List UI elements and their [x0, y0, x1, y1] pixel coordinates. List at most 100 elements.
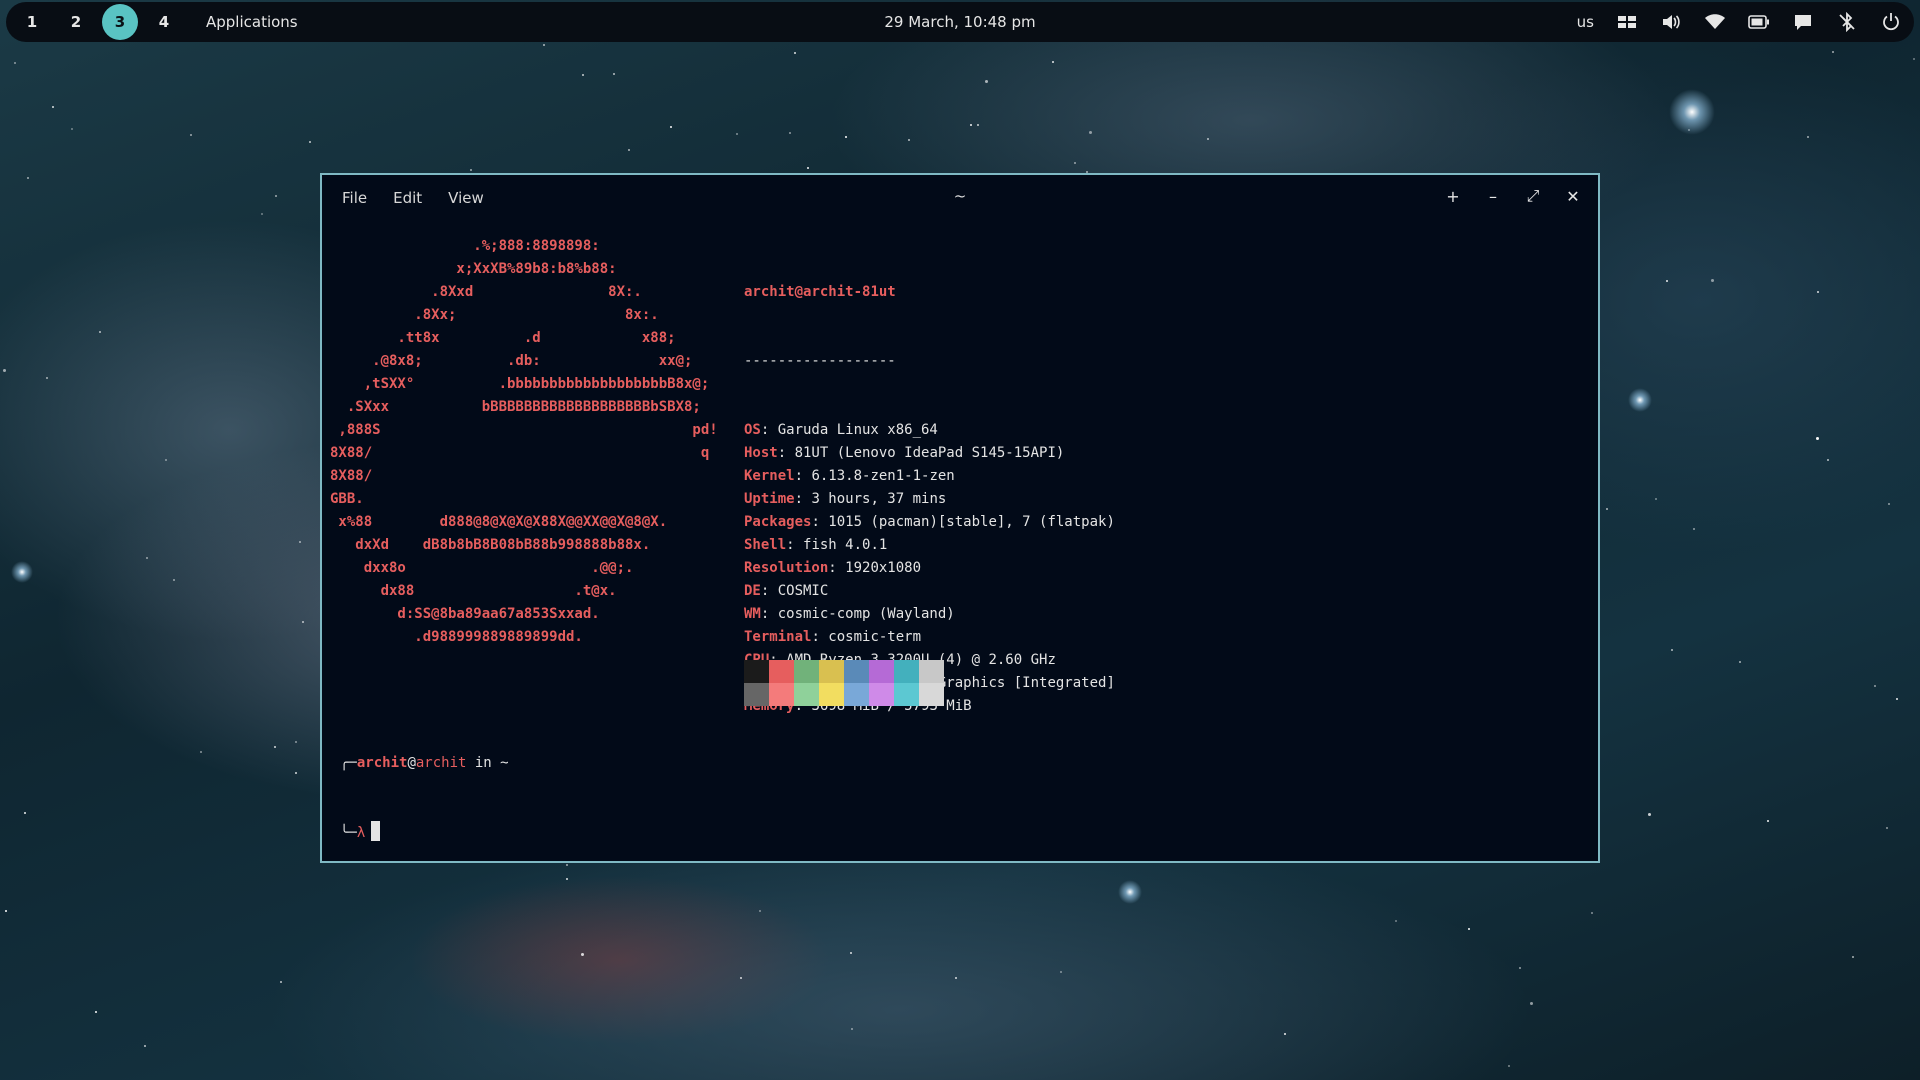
- star: [1666, 280, 1668, 282]
- star: [1606, 508, 1608, 510]
- menu-view[interactable]: View: [448, 189, 484, 207]
- bright-star: [11, 561, 33, 583]
- palette-swatch: [794, 660, 819, 683]
- star: [759, 910, 761, 912]
- bluetooth-off-icon[interactable]: [1836, 11, 1858, 33]
- info-key: Packages: [744, 514, 812, 530]
- star: [309, 141, 311, 143]
- wifi-icon[interactable]: [1704, 11, 1726, 33]
- info-key: WM: [744, 606, 761, 622]
- info-row: Host: 81UT (Lenovo IdeaPad S145-15API): [744, 445, 1065, 461]
- minimize-button[interactable]: –: [1482, 185, 1504, 207]
- palette-swatch: [794, 683, 819, 706]
- star: [1089, 131, 1092, 134]
- menu-edit[interactable]: Edit: [393, 189, 422, 207]
- star: [851, 1028, 853, 1030]
- star: [165, 459, 167, 461]
- star: [52, 106, 54, 108]
- star: [736, 133, 738, 135]
- keyboard-layout-indicator[interactable]: us: [1577, 13, 1594, 31]
- palette-swatch: [744, 683, 769, 706]
- star: [543, 44, 545, 46]
- star: [302, 621, 304, 623]
- star: [173, 579, 175, 581]
- ascii-logo-line: .8Xx; 8x:.: [330, 307, 659, 323]
- clock-button[interactable]: 29 March, 10:48 pm: [884, 13, 1035, 31]
- palette-swatch: [744, 660, 769, 683]
- star: [794, 52, 796, 54]
- star: [789, 132, 791, 134]
- palette-swatch: [844, 683, 869, 706]
- info-value: 1015 (pacman)[stable], 7 (flatpak): [828, 514, 1115, 530]
- star: [280, 981, 282, 983]
- star: [295, 741, 297, 743]
- info-key: Shell: [744, 537, 787, 553]
- star: [582, 74, 584, 76]
- info-value: 3 hours, 37 mins: [811, 491, 947, 507]
- window-title: ~: [953, 187, 967, 205]
- star: [1648, 813, 1651, 816]
- info-key: DE: [744, 583, 761, 599]
- palette-swatch: [919, 683, 944, 706]
- star: [1060, 971, 1062, 973]
- star: [24, 812, 26, 814]
- star: [977, 124, 979, 126]
- star: [1530, 1002, 1533, 1005]
- star: [628, 149, 630, 151]
- ascii-logo-line: dxx8o .@@;.: [330, 560, 634, 576]
- info-key: Terminal: [744, 629, 812, 645]
- star: [200, 751, 202, 753]
- workspace-4-button[interactable]: 4: [146, 4, 182, 40]
- battery-icon[interactable]: [1748, 11, 1770, 33]
- star: [3, 369, 6, 372]
- info-row: Terminal: cosmic-term: [744, 629, 922, 645]
- palette-swatch: [919, 660, 944, 683]
- volume-icon[interactable]: [1660, 11, 1682, 33]
- shell-prompt[interactable]: ╭─archit@archit in ~ ╰─λ: [340, 706, 509, 891]
- ascii-logo-line: ,888S pd!: [330, 422, 718, 438]
- applications-button[interactable]: Applications: [206, 13, 298, 31]
- palette-swatch: [844, 660, 869, 683]
- star: [1913, 58, 1915, 60]
- color-palette: [744, 660, 944, 706]
- info-value: COSMIC: [777, 583, 829, 599]
- workspace-2-button[interactable]: 2: [58, 4, 94, 40]
- system-tray: us: [1577, 2, 1902, 42]
- info-value: fish 4.0.1: [803, 537, 888, 553]
- ascii-logo-line: ,tSXX° .bbbbbbbbbbbbbbbbbbbB8x@;: [330, 376, 710, 392]
- bright-star: [1628, 388, 1652, 412]
- star: [275, 195, 277, 197]
- star: [146, 557, 148, 559]
- new-tab-button[interactable]: +: [1442, 185, 1464, 207]
- star: [581, 953, 584, 956]
- workspaces-icon[interactable]: [1616, 11, 1638, 33]
- palette-swatch: [769, 660, 794, 683]
- power-icon[interactable]: [1880, 11, 1902, 33]
- ascii-logo-line: x;XxXB%89b8:b8%b88:: [330, 261, 617, 277]
- star: [566, 864, 568, 866]
- star: [1207, 138, 1209, 140]
- star: [1468, 928, 1470, 930]
- notifications-icon[interactable]: [1792, 11, 1814, 33]
- workspace-3-button[interactable]: 3: [102, 4, 138, 40]
- workspace-1-button[interactable]: 1: [14, 4, 50, 40]
- ascii-logo-line: dx88 .t@x.: [330, 583, 617, 599]
- ascii-logo: .%;888:8898898: x;XxXB%89b8:b8%b88: .8Xx…: [330, 235, 718, 649]
- info-row: DE: COSMIC: [744, 583, 829, 599]
- palette-swatch: [819, 683, 844, 706]
- star: [1655, 498, 1657, 500]
- palette-swatch: [769, 683, 794, 706]
- menu-file[interactable]: File: [342, 189, 367, 207]
- star: [1888, 503, 1890, 505]
- info-value: 1920x1080: [845, 560, 922, 576]
- close-button[interactable]: ✕: [1562, 185, 1584, 207]
- star: [295, 772, 297, 774]
- user-host: archit@archit-81ut: [744, 284, 896, 300]
- star: [955, 977, 957, 979]
- window-titlebar[interactable]: File Edit View ~ + – ⤢ ✕: [322, 175, 1598, 221]
- ascii-logo-line: .@8x8; .db: xx@;: [330, 353, 693, 369]
- star: [71, 128, 73, 130]
- star: [1711, 279, 1714, 282]
- maximize-button[interactable]: ⤢: [1522, 185, 1544, 207]
- ascii-logo-line: d:SS@8ba89aa67a853Sxxad.: [330, 606, 600, 622]
